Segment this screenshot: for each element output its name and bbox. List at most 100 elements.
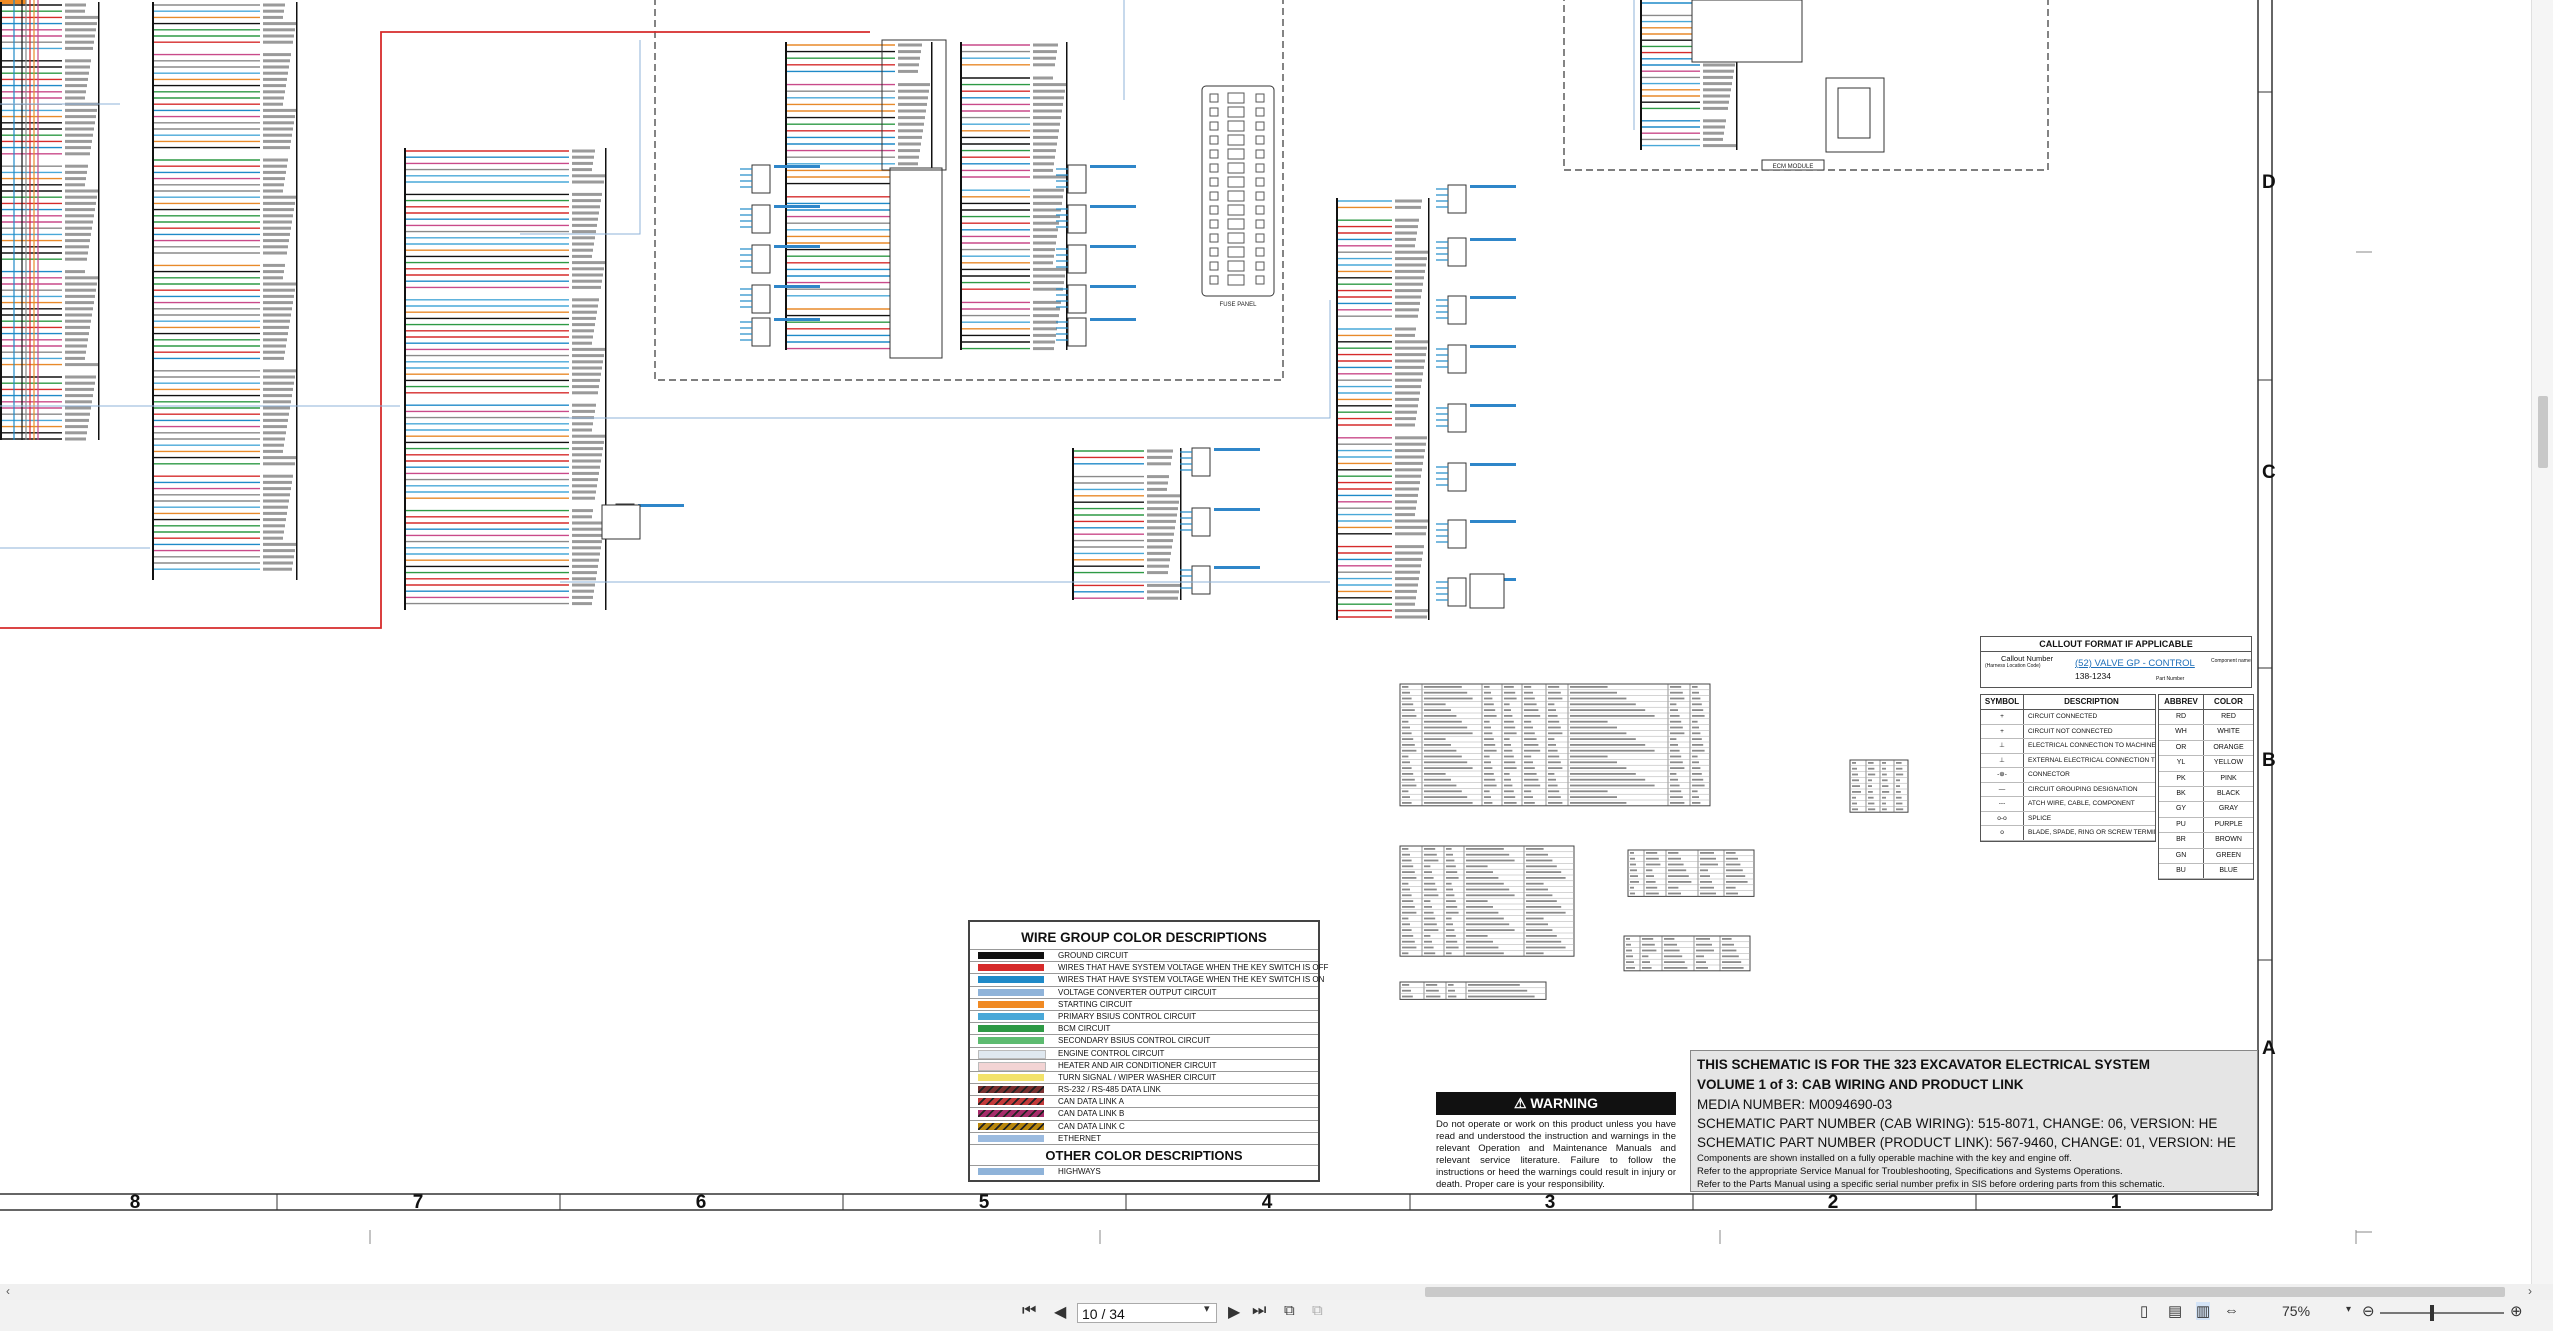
- previous-page-icon: ◀: [1054, 1304, 1067, 1321]
- vertical-scrollbar[interactable]: [2531, 0, 2553, 1284]
- zone-row-c: C: [2262, 462, 2276, 483]
- wire-legend-row: WIRES THAT HAVE SYSTEM VOLTAGE WHEN THE …: [970, 973, 1324, 985]
- color-name: RED: [2221, 713, 2236, 720]
- wire-legend-label: PRIMARY BSIUS CONTROL CIRCUIT: [1058, 1011, 1197, 1021]
- description-header: DESCRIPTION: [2064, 697, 2119, 706]
- title-note-2: Refer to the appropriate Service Manual …: [1697, 1166, 2123, 1177]
- color-row: BR BROWN: [2159, 833, 2253, 849]
- color-abbrev: BK: [2159, 786, 2204, 802]
- color-name: YELLOW: [2213, 759, 2244, 767]
- next-page-button[interactable]: ▶: [1228, 1302, 1240, 1322]
- previous-page-button[interactable]: ◀: [1054, 1302, 1066, 1322]
- symbol-glyph: +: [1981, 710, 2024, 724]
- rotate-view-button[interactable]: ⧉: [1284, 1302, 1295, 1319]
- scroll-view-button[interactable]: ⇔: [2224, 1302, 2239, 1319]
- wire-color-swatch: [978, 1134, 1044, 1142]
- scroll-left-icon[interactable]: ‹: [6, 1284, 10, 1298]
- wire-color-swatch: [978, 988, 1044, 996]
- zoom-dropdown-icon[interactable]: ▾: [2346, 1304, 2351, 1315]
- next-page-icon: ▶: [1228, 1304, 1241, 1321]
- color-abbrev: RD: [2159, 710, 2204, 725]
- symbol-glyph: ⊥: [1981, 753, 2024, 767]
- wire-legend-row: WIRES THAT HAVE SYSTEM VOLTAGE WHEN THE …: [970, 961, 1328, 973]
- color-abbrev: BR: [2159, 833, 2204, 848]
- color-row: BU BLUE: [2159, 863, 2253, 880]
- symbol-row: o-o SPLICE: [1981, 811, 2155, 826]
- wire-color-swatch: [978, 1122, 1044, 1130]
- wire-legend-label: BCM CIRCUIT: [1058, 1024, 1111, 1034]
- continuous-page-icon: ▤: [2168, 1303, 2183, 1320]
- wire-color-swatch: [978, 1025, 1044, 1033]
- schematic-part-cab: SCHEMATIC PART NUMBER (CAB WIRING): 515-…: [1697, 1116, 2218, 1131]
- wire-legend-label: CAN DATA LINK A: [1058, 1097, 1124, 1107]
- title-note-3: Refer to the Parts Manual using a specif…: [1697, 1179, 2165, 1190]
- symbol-row: --- ATCH WIRE, CABLE, COMPONENT: [1981, 797, 2155, 812]
- symbol-header: SYMBOL: [1981, 695, 2024, 709]
- color-row: RD RED: [2159, 710, 2253, 726]
- wire-legend-row: STARTING CIRCUIT: [970, 997, 1318, 1010]
- symbol-row: — CIRCUIT GROUPING DESIGNATION: [1981, 782, 2155, 797]
- last-page-button[interactable]: ⏭: [1252, 1302, 1266, 1320]
- symbol-glyph: o: [1981, 826, 2024, 840]
- color-name: BLUE: [2219, 866, 2238, 874]
- color-abbrev: PU: [2159, 817, 2204, 833]
- warning-text: Do not operate or work on this product u…: [1436, 1119, 1676, 1190]
- callout-number-label: Callout Number: [2001, 654, 2054, 663]
- color-abbrev-table: ABBREV COLOR RD RED WH WHITE OR ORANGE YL YELLO…: [2158, 694, 2254, 881]
- single-page-icon: ▯: [2140, 1303, 2149, 1320]
- first-page-button[interactable]: ⏮: [1022, 1302, 1036, 1320]
- title-line-2: VOLUME 1 of 3: CAB WIRING AND PRODUCT LI…: [1697, 1077, 2024, 1092]
- symbol-row: ⊥ EXTERNAL ELECTRICAL CONNECTION TO SURFA…: [1981, 753, 2155, 768]
- wire-legend-row: CAN DATA LINK C: [970, 1119, 1318, 1132]
- wire-legend-label: ENGINE CONTROL CIRCUIT: [1058, 1048, 1165, 1058]
- wire-color-swatch: [978, 964, 1044, 972]
- wire-color-swatch: [978, 1049, 1046, 1059]
- zone-row-b: B: [2262, 750, 2276, 771]
- symbol-description: ATCH WIRE, CABLE, COMPONENT: [2028, 800, 2135, 807]
- zoom-slider[interactable]: [2380, 1312, 2504, 1314]
- horizontal-scroll-thumb[interactable]: [1425, 1287, 2505, 1297]
- fit-view-button[interactable]: ⧉: [1312, 1302, 1323, 1319]
- page-number-input[interactable]: 10 / 34: [1077, 1303, 1217, 1323]
- page-dropdown-icon[interactable]: ▾: [1204, 1302, 1210, 1315]
- color-abbrev: GY: [2159, 802, 2204, 817]
- color-row: PU PURPLE: [2159, 817, 2253, 834]
- zoom-in-button[interactable]: ⊕: [2510, 1302, 2523, 1320]
- warning-box: ⚠ WARNING Do not operate or work on this…: [1436, 1092, 1676, 1190]
- two-page-view-button[interactable]: ▥: [2196, 1302, 2211, 1320]
- callout-component-label: Component name: [2211, 658, 2251, 664]
- zone-row-d: D: [2262, 172, 2276, 193]
- wire-color-swatch: [978, 1037, 1044, 1045]
- zoom-level[interactable]: 75%: [2282, 1303, 2310, 1319]
- color-row: GN GREEN: [2159, 848, 2253, 864]
- zoom-out-button[interactable]: ⊖: [2362, 1302, 2375, 1320]
- color-name: GRAY: [2218, 805, 2239, 813]
- vertical-scroll-thumb[interactable]: [2538, 396, 2548, 468]
- wire-legend-label: WIRES THAT HAVE SYSTEM VOLTAGE WHEN THE …: [1058, 975, 1325, 985]
- zoom-slider-thumb[interactable]: [2430, 1305, 2434, 1321]
- zone-col-6: 6: [695, 1192, 707, 1213]
- symbol-description: BLADE, SPADE, RING OR SCREW TERMINAL: [2028, 829, 2155, 836]
- two-page-icon: ▥: [2196, 1303, 2211, 1320]
- color-abbrev: BU: [2159, 863, 2204, 879]
- callout-location-label: (Harness Location Code): [1985, 663, 2041, 669]
- callout-part-number: 138-1234: [2075, 671, 2111, 681]
- wire-legend-row: ETHERNET: [970, 1131, 1318, 1144]
- wire-color-swatch: [978, 1061, 1046, 1071]
- symbol-row: -⊕- CONNECTOR: [1981, 768, 2155, 783]
- wire-color-swatch: [978, 952, 1044, 959]
- wire-color-swatch: [978, 1012, 1044, 1020]
- symbol-glyph: +: [1981, 724, 2024, 738]
- callout-format-box: CALLOUT FORMAT IF APPLICABLE Callout Num…: [1980, 636, 2252, 688]
- single-page-view-button[interactable]: ▯: [2140, 1302, 2148, 1320]
- horizontal-scrollbar[interactable]: ‹ ›: [0, 1284, 2553, 1300]
- color-name: WHITE: [2217, 728, 2240, 736]
- wire-legend-title: WIRE GROUP COLOR DESCRIPTIONS: [1021, 930, 1267, 945]
- zone-col-5: 5: [978, 1192, 990, 1213]
- scroll-right-icon[interactable]: ›: [2528, 1284, 2532, 1298]
- continuous-view-button[interactable]: ▤: [2168, 1302, 2182, 1320]
- zone-col-7: 7: [412, 1192, 424, 1213]
- color-row: BK BLACK: [2159, 786, 2253, 803]
- zone-col-4: 4: [1261, 1192, 1273, 1213]
- color-row: YL YELLOW: [2159, 756, 2253, 772]
